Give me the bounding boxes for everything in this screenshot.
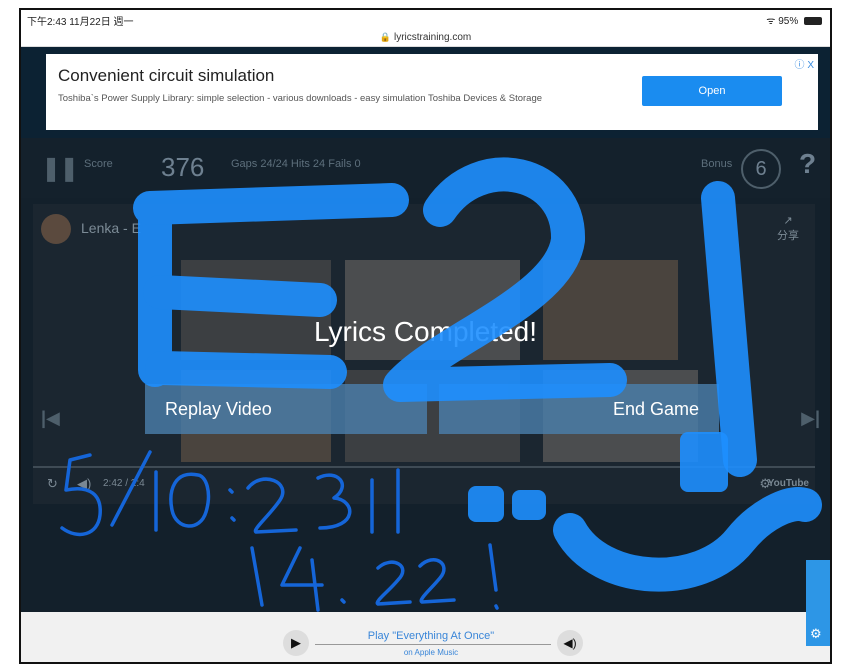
youtube-logo[interactable]: YouTube <box>768 478 809 489</box>
wifi-icon: ᯤ <box>766 16 776 27</box>
score-value: 376 <box>161 152 205 182</box>
video-timeline[interactable] <box>33 466 815 468</box>
url-text: lyricstraining.com <box>393 32 472 43</box>
speaker-icon[interactable]: ◀) <box>557 630 583 656</box>
ad-banner[interactable]: Convenient circuit simulation Toshiba`s … <box>46 54 818 130</box>
video-controls: ↻ ◀) 2:42 / 2:4 ⚙ YouTube <box>33 466 815 500</box>
game-top-bar: ❚❚ Score 376 Gaps 24/24 Hits 24 Fails 0 … <box>21 138 830 198</box>
share-label: 分享 <box>777 230 799 242</box>
play-icon[interactable]: ▶ <box>283 630 309 656</box>
bonus-label: Bonus <box>701 158 733 170</box>
replay-icon[interactable]: ↻ <box>47 476 58 492</box>
status-right: ᯤ 95% <box>766 13 822 27</box>
pause-icon[interactable]: ❚❚ <box>41 154 79 183</box>
channel-avatar <box>41 214 71 244</box>
video-header: Lenka - E <box>41 212 341 252</box>
bonus-counter: 6 <box>741 149 781 189</box>
lyrics-completed-title: Lyrics Completed! <box>313 316 538 347</box>
gear-icon: ⚙ <box>810 626 822 641</box>
score-label: Score <box>84 158 113 170</box>
lock-icon: 🔒 <box>379 32 391 42</box>
previous-line-icon[interactable]: |◀ <box>41 408 60 429</box>
next-line-icon[interactable]: ▶| <box>801 408 820 429</box>
help-icon[interactable]: ? <box>799 148 816 180</box>
share-icon[interactable]: ↗ 分享 <box>777 214 799 243</box>
video-player[interactable]: Lenka - E ↗ 分享 ↻ ◀) 2:42 / 2:4 ⚙ YouTube <box>33 204 815 504</box>
tablet-screen: 下午2:43 11月22日 週一 ᯤ 95% 🔒 lyricstraining.c… <box>19 8 832 664</box>
replay-video-button[interactable]: Replay Video <box>145 384 427 434</box>
ad-description: Toshiba`s Power Supply Library: simple s… <box>58 93 543 104</box>
player-title[interactable]: Play "Everything At Once" <box>321 630 541 642</box>
end-game-button[interactable]: End Game <box>439 384 719 434</box>
ad-close-icon[interactable]: ⓘ X <box>795 56 814 71</box>
address-bar[interactable]: 🔒 lyricstraining.com <box>21 28 830 47</box>
game-area: ❚❚ Score 376 Gaps 24/24 Hits 24 Fails 0 … <box>21 138 830 612</box>
gaps-hits-fails: Gaps 24/24 Hits 24 Fails 0 <box>231 158 361 170</box>
side-feedback-tab[interactable]: ⚙ <box>806 560 830 646</box>
ad-open-button[interactable]: Open <box>642 76 782 106</box>
status-time: 下午2:43 11月22日 週一 <box>27 17 134 28</box>
player-progress <box>315 644 551 645</box>
apple-music-bar: ▶ Play "Everything At Once" on Apple Mus… <box>21 612 830 662</box>
video-time: 2:42 / 2:4 <box>103 478 145 489</box>
status-bar: 下午2:43 11月22日 週一 ᯤ 95% <box>21 10 830 28</box>
battery-icon <box>804 17 822 26</box>
battery-percent: 95% <box>778 16 799 27</box>
volume-icon[interactable]: ◀) <box>77 476 91 492</box>
player-subtitle: on Apple Music <box>403 648 459 657</box>
ad-title: Convenient circuit simulation <box>58 66 275 85</box>
video-title: Lenka - E <box>81 220 141 236</box>
